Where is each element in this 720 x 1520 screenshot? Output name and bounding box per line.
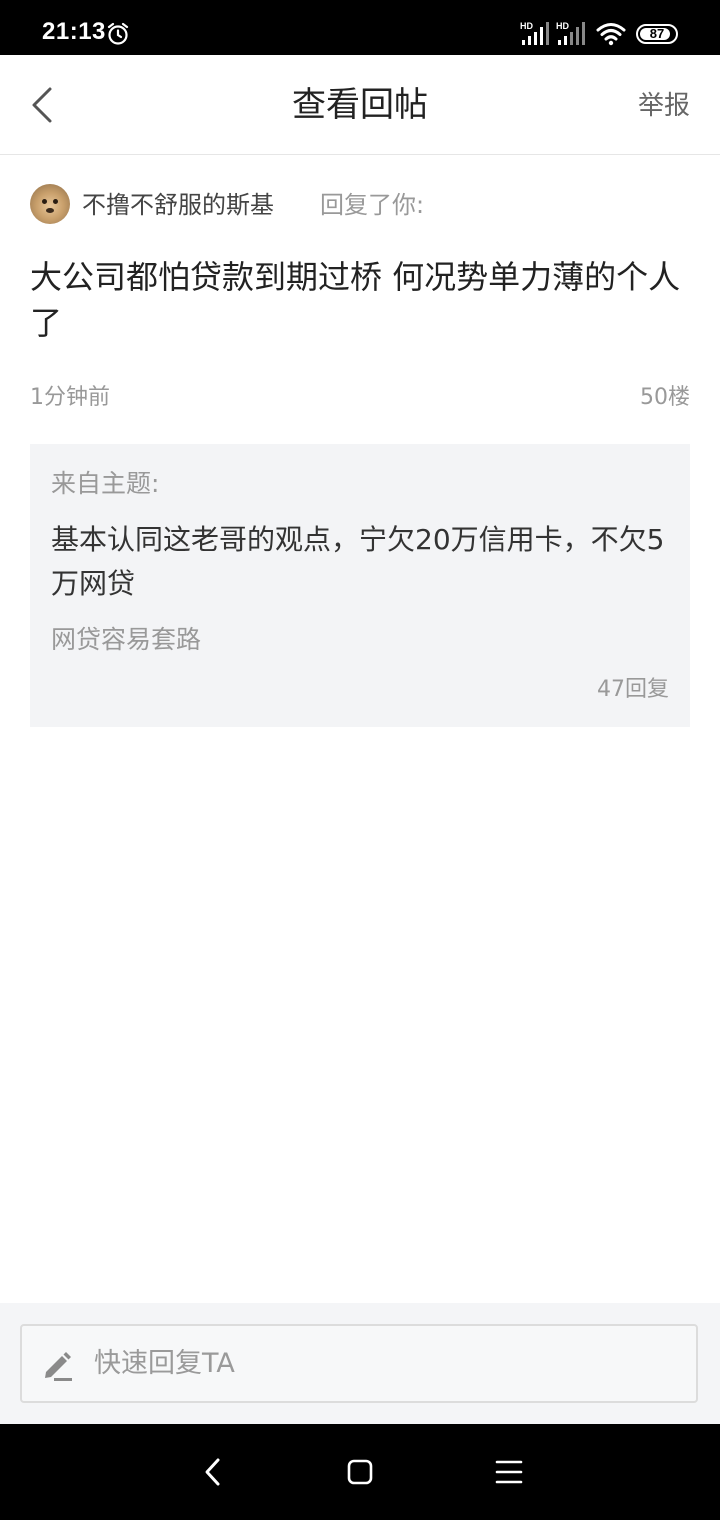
svg-text:HD: HD bbox=[556, 21, 569, 31]
battery-icon: 87 bbox=[636, 24, 678, 44]
status-time: 21:13 bbox=[42, 18, 106, 45]
floor-number: 50楼 bbox=[640, 385, 690, 410]
page-title: 查看回帖 bbox=[292, 85, 428, 125]
status-bar: 21:13 HD HD 87 bbox=[0, 0, 720, 55]
quick-reply-placeholder: 快速回复TA bbox=[94, 1348, 235, 1379]
topic-reply-count: 47回复 bbox=[597, 677, 669, 702]
svg-text:HD: HD bbox=[520, 21, 533, 31]
topic-forum[interactable]: 网贷容易套路 bbox=[51, 622, 201, 658]
post-timestamp: 1分钟前 bbox=[30, 385, 110, 410]
top-navbar: 查看回帖 举报 bbox=[0, 55, 720, 155]
battery-level: 87 bbox=[649, 26, 665, 41]
report-button[interactable]: 举报 bbox=[638, 89, 690, 123]
reply-content: 大公司都怕贷款到期过桥 何况势单力薄的个人了 bbox=[30, 258, 681, 342]
home-square-icon[interactable] bbox=[346, 1458, 374, 1486]
signal-hd-icon: HD bbox=[520, 21, 549, 45]
post-header: 不撸不舒服的斯基 回复了你: bbox=[30, 184, 690, 226]
topic-title: 基本认同这老哥的观点，宁欠20万信用卡，不欠5万网贷 bbox=[51, 523, 665, 600]
alarm-icon bbox=[107, 22, 129, 45]
wifi-icon bbox=[596, 23, 626, 46]
back-triangle-icon[interactable] bbox=[198, 1454, 228, 1490]
menu-lines-icon[interactable] bbox=[495, 1458, 523, 1486]
signal-hd-icon: HD bbox=[556, 21, 585, 45]
username[interactable]: 不撸不舒服的斯基 bbox=[82, 188, 274, 222]
pencil-icon bbox=[45, 1352, 72, 1381]
avatar[interactable] bbox=[30, 184, 70, 224]
replied-label: 回复了你: bbox=[320, 191, 425, 219]
topic-label: 来自主题: bbox=[51, 469, 160, 498]
system-navigation-bar bbox=[0, 1424, 720, 1520]
quick-reply-input[interactable]: 快速回复TA bbox=[20, 1324, 698, 1403]
source-topic-card[interactable]: 来自主题: 基本认同这老哥的观点，宁欠20万信用卡，不欠5万网贷 网贷容易套路 … bbox=[30, 444, 690, 727]
reply-bar: 快速回复TA bbox=[0, 1303, 720, 1424]
